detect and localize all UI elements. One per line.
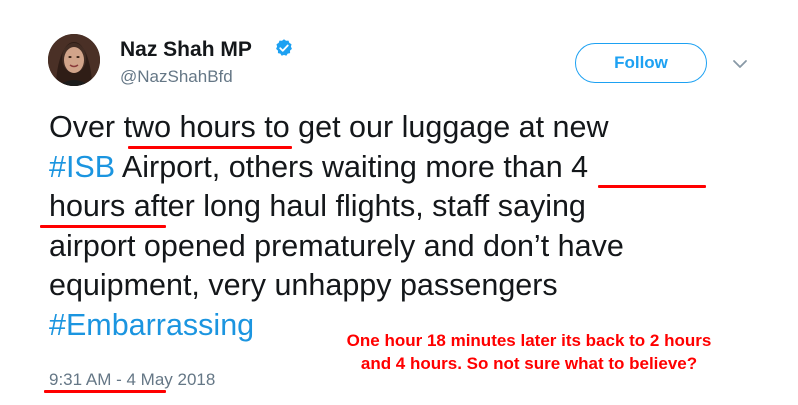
highlight-underline — [598, 185, 706, 188]
tweet-text-line: hours after long haul flights, staff say… — [49, 187, 769, 227]
tweet-card: Naz Shah MP @NazShahBfd Follow Over two … — [0, 0, 798, 405]
tweet-text-line: equipment, very unhappy passengers — [49, 266, 769, 306]
avatar[interactable] — [48, 34, 100, 86]
annotation-line: One hour 18 minutes later its back to 2 … — [346, 331, 712, 350]
hashtag-link[interactable]: #ISB — [49, 150, 115, 184]
hashtag-link[interactable]: #Embarrassing — [49, 308, 254, 342]
author-handle[interactable]: @NazShahBfd — [120, 67, 233, 87]
timestamp-link[interactable]: 9:31 AM - 4 May 2018 — [49, 370, 215, 390]
tweet-text-segment: airport opened prematurely and don’t hav… — [49, 228, 624, 263]
chevron-down-icon[interactable] — [731, 55, 749, 73]
highlight-underline — [40, 225, 166, 228]
verified-badge-icon — [276, 39, 292, 56]
red-annotation: One hour 18 minutes later its back to 2 … — [298, 329, 760, 375]
follow-button[interactable]: Follow — [575, 43, 707, 83]
tweet-text-line: airport opened prematurely and don’t hav… — [49, 227, 769, 267]
author-name[interactable]: Naz Shah MP — [120, 38, 252, 62]
tweet-text-line: #ISB Airport, others waiting more than 4 — [49, 148, 769, 188]
tweet-text-segment: Over two hours to get our luggage at new — [49, 110, 609, 144]
annotation-line: and 4 hours. So not sure what to believe… — [360, 354, 698, 373]
tweet-text-segment: equipment, very unhappy passengers — [49, 268, 558, 302]
tweet-text-segment: hours after long haul flights, staff say… — [49, 189, 586, 223]
tweet-text-segment: Airport, others waiting more than 4 — [115, 149, 589, 184]
tweet-text-line: Over two hours to get our luggage at new — [49, 108, 769, 148]
highlight-underline — [44, 390, 166, 393]
highlight-underline — [128, 146, 292, 149]
